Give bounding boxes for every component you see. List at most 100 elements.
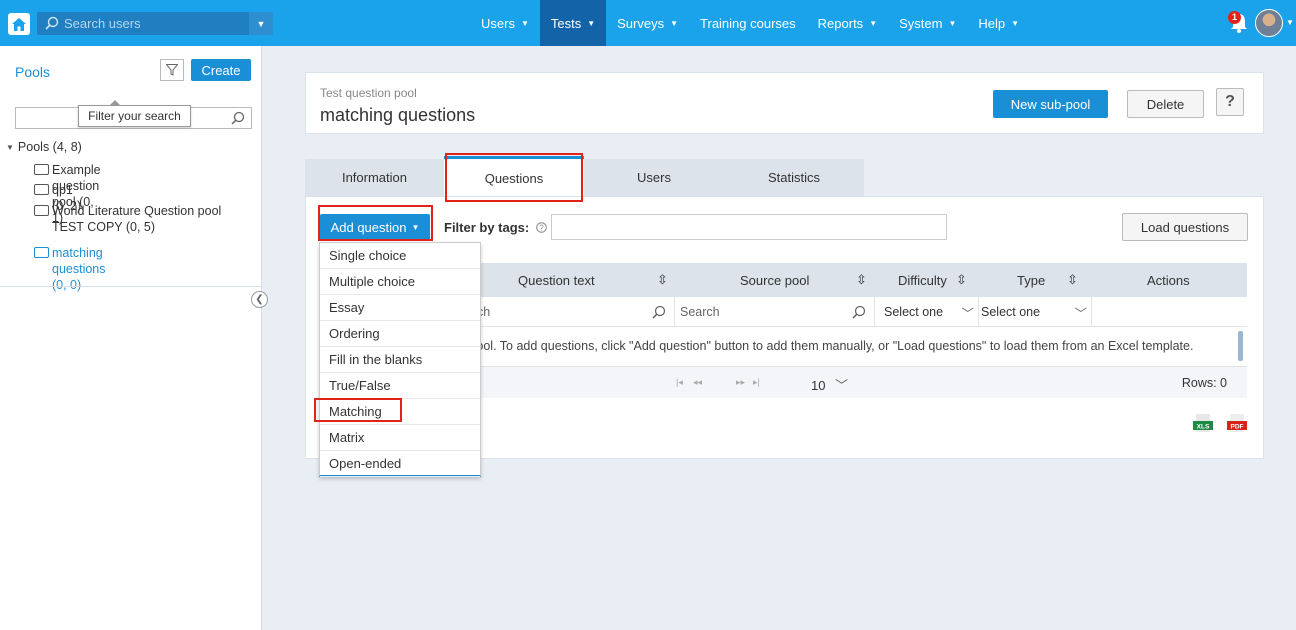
tab-information[interactable]: Information [305, 159, 444, 196]
column-header-type[interactable]: Type [1017, 263, 1045, 297]
new-subpool-button[interactable]: New sub-pool [993, 90, 1108, 118]
caret-down-icon[interactable]: ▼ [1286, 18, 1294, 27]
svg-text:XLS: XLS [1197, 424, 1210, 431]
nav-item-label: System [899, 15, 943, 31]
create-button[interactable]: Create [191, 59, 251, 81]
tree-root-pools[interactable]: ▼ Pools (4, 8) [6, 139, 82, 155]
nav-item-label: Tests [550, 15, 582, 31]
main-nav: Users ▼ Tests ▼ Surveys ▼ Training courses Repo… [470, 0, 1030, 46]
table-scrollbar[interactable] [1238, 331, 1243, 361]
difficulty-select-value: Select one [884, 305, 944, 319]
filter-by-tags-text: Filter by tags: [444, 220, 530, 235]
sort-icon[interactable]: ⇳ [657, 263, 668, 297]
pool-header: Test question pool matching questions Ne… [305, 72, 1264, 134]
search-dropdown-toggle[interactable]: ▼ [249, 12, 273, 35]
caret-down-icon: ▼ [256, 18, 266, 29]
nav-item-reports[interactable]: Reports ▼ [807, 0, 888, 46]
menu-item-fill-in-the-blanks[interactable]: Fill in the blanks [320, 347, 480, 373]
tab-questions[interactable]: Questions [444, 156, 584, 197]
nav-item-training-courses[interactable]: Training courses [689, 0, 807, 46]
source-pool-filter-placeholder: Search [680, 305, 720, 319]
column-label: Difficulty [898, 272, 947, 288]
sort-icon[interactable]: ⇳ [856, 263, 867, 297]
tab-statistics[interactable]: Statistics [724, 159, 864, 196]
pdf-export-icon[interactable]: PDF [1227, 414, 1247, 434]
menu-item-single-choice[interactable]: Single choice [320, 243, 480, 269]
menu-item-essay[interactable]: Essay [320, 295, 480, 321]
nav-item-help[interactable]: Help ▼ [967, 0, 1030, 46]
sort-icon[interactable]: ⇳ [1067, 263, 1078, 297]
page-size-select[interactable]: 10 ﹀ [811, 375, 848, 394]
filter-button[interactable] [160, 59, 184, 81]
chevron-down-icon: ﹀ [835, 378, 849, 393]
nav-item-system[interactable]: System ▼ [888, 0, 967, 46]
expand-triangle-icon[interactable]: ▼ [6, 143, 14, 152]
caret-down-icon: ▼ [1011, 18, 1020, 28]
chevron-down-icon: ﹀ [1074, 307, 1087, 321]
home-button[interactable] [8, 13, 30, 35]
column-header-question-text[interactable]: Question text [518, 263, 595, 297]
tree-item-world-literature[interactable]: World Literature Question pool TEST COPY… [34, 203, 244, 235]
nav-item-label: Surveys [617, 15, 665, 31]
load-questions-button[interactable]: Load questions [1122, 213, 1248, 241]
add-question-label: Add question [330, 219, 407, 235]
caret-down-icon: ▼ [869, 18, 878, 28]
type-select[interactable]: Select one ﹀ [979, 297, 1092, 327]
top-navigation-bar: ▼ Users ▼ Tests ▼ Surveys ▼ Training courses Re… [0, 0, 1296, 46]
column-label: Source pool [740, 272, 810, 288]
sort-icon[interactable]: ⇳ [956, 263, 967, 297]
help-button[interactable]: ? [1216, 88, 1244, 116]
collapse-sidebar-button[interactable]: ❮ [251, 291, 268, 308]
folder-icon [34, 164, 49, 175]
search-icon [652, 305, 666, 319]
page-title: matching questions [320, 105, 476, 125]
info-icon[interactable]: ? [536, 222, 547, 233]
prev-page-icon[interactable]: ◂◂ [693, 377, 702, 388]
pool-tree: ▼ Pools (4, 8) Example question pool (0,… [6, 139, 221, 292]
add-question-menu: Single choice Multiple choice Essay Orderin… [319, 242, 481, 477]
menu-item-matching[interactable]: Matching [320, 399, 480, 425]
avatar[interactable] [1255, 9, 1283, 37]
tree-item-label: World Literature Question pool TEST COPY… [52, 204, 222, 234]
nav-item-users[interactable]: Users ▼ [470, 0, 540, 46]
column-label: Question text [518, 272, 595, 288]
last-page-icon[interactable]: ▸| [753, 377, 760, 388]
user-search-input[interactable] [64, 14, 244, 33]
page-subtitle: Test question pool [320, 86, 417, 100]
svg-text:PDF: PDF [1231, 424, 1244, 431]
tab-users[interactable]: Users [584, 159, 724, 196]
filter-by-tags-input[interactable] [551, 214, 947, 240]
caret-down-icon: ▼ [670, 18, 679, 28]
chevron-left-icon: ❮ [255, 294, 264, 305]
caret-down-icon: ▼ [587, 18, 596, 28]
search-icon [231, 111, 245, 125]
home-icon [12, 17, 26, 31]
column-header-difficulty[interactable]: Difficulty [898, 263, 947, 297]
column-label: Type [1017, 272, 1046, 288]
menu-item-multiple-choice[interactable]: Multiple choice [320, 269, 480, 295]
nav-item-tests[interactable]: Tests ▼ [539, 0, 607, 46]
folder-icon [34, 205, 49, 216]
question-text-filter[interactable]: ch [465, 297, 675, 327]
menu-item-true-false[interactable]: True/False [320, 373, 480, 399]
next-page-icon[interactable]: ▸▸ [736, 377, 745, 388]
chevron-down-icon: ﹀ [961, 307, 974, 321]
difficulty-select[interactable]: Select one ﹀ [875, 297, 979, 327]
column-header-source-pool[interactable]: Source pool [740, 263, 809, 297]
nav-item-label: Users [481, 15, 515, 31]
page-size-value: 10 [811, 378, 826, 393]
nav-item-surveys[interactable]: Surveys ▼ [606, 0, 689, 46]
column-label: Actions [1147, 272, 1190, 288]
add-question-button[interactable]: Add question ▼ [320, 214, 430, 240]
nav-item-label: Help [978, 15, 1006, 31]
delete-button[interactable]: Delete [1127, 90, 1204, 118]
folder-icon [34, 247, 49, 258]
nav-item-label: Training courses [700, 15, 796, 31]
menu-item-ordering[interactable]: Ordering [320, 321, 480, 347]
notifications-button[interactable]: 1 [1228, 11, 1250, 35]
menu-item-open-ended[interactable]: Open-ended [320, 451, 480, 477]
xls-export-icon[interactable]: XLS [1193, 414, 1213, 434]
first-page-icon[interactable]: |◂ [676, 377, 683, 388]
menu-item-matrix[interactable]: Matrix [320, 425, 480, 451]
source-pool-filter[interactable]: Search [675, 297, 875, 327]
